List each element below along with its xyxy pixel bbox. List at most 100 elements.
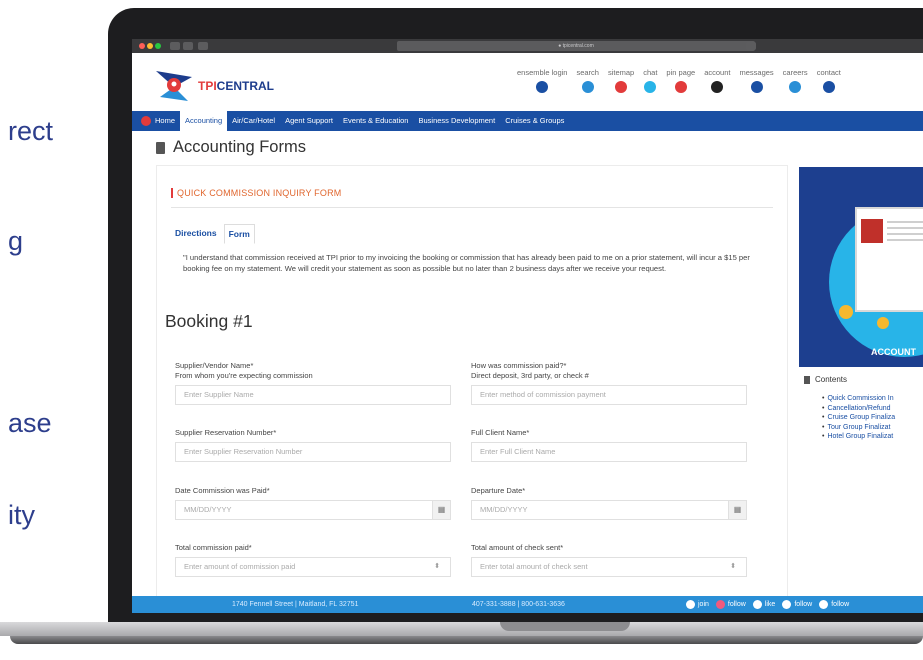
pin-icon: [674, 81, 687, 93]
background-text-3: ase: [8, 408, 52, 438]
paid-date-placeholder: MM/DD/YYYY: [184, 505, 232, 514]
nav-item-cruises-groups[interactable]: Cruises & Groups: [500, 111, 569, 131]
check-amount-input[interactable]: Enter total amount of check sent ⬍: [471, 557, 747, 577]
payment-method-field: How was commission paid?* Direct deposit…: [471, 361, 747, 405]
linkedin-icon: [819, 600, 829, 609]
spinner-icon[interactable]: ⬍: [730, 558, 736, 576]
departure-date-field: Departure Date* MM/DD/YYYY ▦: [471, 486, 747, 520]
main-nav: Home Accounting Air/Car/Hotel Agent Supp…: [132, 111, 923, 131]
reservation-number-field: Supplier Reservation Number* Enter Suppl…: [175, 428, 451, 462]
link-label: ensemble login: [517, 68, 568, 77]
client-name-input[interactable]: Enter Full Client Name: [471, 442, 747, 462]
facebook-join-link[interactable]: join: [686, 600, 709, 609]
sitemap-link[interactable]: sitemap: [608, 68, 634, 104]
contact-link[interactable]: contact: [817, 68, 841, 104]
laptop-base-top: [0, 622, 923, 636]
payment-method-input[interactable]: Enter method of commission payment: [471, 385, 747, 405]
footer-address: 1740 Fennell Street | Maitland, FL 32751: [232, 601, 359, 608]
link-label: messages: [739, 68, 774, 77]
supplier-name-input[interactable]: Enter Supplier Name: [175, 385, 451, 405]
tpi-logo-icon[interactable]: [152, 67, 196, 105]
facebook-like-link[interactable]: like: [752, 600, 775, 609]
ensemble-login-link[interactable]: ensemble login: [517, 68, 567, 104]
back-button[interactable]: [170, 42, 180, 50]
nav-item-events-education[interactable]: Events & Education: [338, 111, 413, 131]
promo-title: ACCOUNT: [871, 347, 916, 357]
paid-date-input[interactable]: MM/DD/YYYY ▦: [175, 500, 451, 520]
social-label: follow: [727, 601, 746, 608]
nav-item-accounting[interactable]: Accounting: [180, 111, 228, 131]
contents-link[interactable]: Cruise Group Finaliza: [822, 413, 923, 423]
reservation-number-input[interactable]: Enter Supplier Reservation Number: [175, 442, 451, 462]
background-text-4: ity: [8, 500, 35, 530]
background-text-1: rect: [8, 116, 54, 146]
field-label: Supplier/Vendor Name*: [175, 361, 254, 370]
close-window-button[interactable]: [139, 43, 145, 49]
careers-link[interactable]: careers: [783, 68, 808, 104]
twitter-follow-link[interactable]: follow: [782, 600, 812, 609]
field-label: Total amount of check sent*: [471, 543, 564, 552]
link-label: account: [704, 68, 731, 77]
footer-phone[interactable]: 407-331-3888 | 800-631-3636: [472, 596, 565, 613]
twitter-icon: [782, 600, 792, 609]
calculator-icon: [804, 375, 810, 384]
calculator-icon: [156, 141, 165, 154]
social-label: follow: [831, 601, 850, 608]
link-label: chat: [643, 68, 658, 77]
contact-icon: [822, 81, 835, 93]
social-label: join: [698, 601, 709, 608]
departure-date-placeholder: MM/DD/YYYY: [480, 505, 528, 514]
nav-item-agent-support[interactable]: Agent Support: [280, 111, 338, 131]
chat-link[interactable]: chat: [643, 68, 657, 104]
link-label: careers: [782, 68, 808, 77]
departure-date-input[interactable]: MM/DD/YYYY ▦: [471, 500, 747, 520]
tab-form[interactable]: Form: [223, 224, 255, 244]
document-chart-block: [861, 219, 883, 243]
linkedin-follow-link[interactable]: follow: [819, 600, 849, 609]
browser-toolbar: ● tpicentral.com: [132, 39, 923, 53]
disclaimer-text: "I understand that commission received a…: [183, 253, 750, 273]
page-title: Accounting Forms: [156, 138, 306, 157]
calendar-icon[interactable]: ▦: [728, 501, 746, 519]
accounting-promo-banner[interactable]: ACCOUNT: [799, 167, 923, 367]
account-link[interactable]: account: [704, 68, 730, 104]
site-footer: 1740 Fennell Street | Maitland, FL 32751…: [132, 596, 923, 613]
chat-icon: [644, 81, 657, 93]
search-link[interactable]: search: [576, 68, 599, 104]
client-name-field: Full Client Name* Enter Full Client Name: [471, 428, 747, 462]
pin-page-link[interactable]: pin page: [666, 68, 695, 104]
share-button[interactable]: [746, 42, 756, 50]
contents-panel: Contents Quick Commission In Cancellatio…: [804, 375, 923, 442]
booking-title: Booking #1: [165, 311, 253, 331]
laptop-base: [0, 622, 923, 660]
contents-link[interactable]: Cancellation/Refund: [822, 404, 923, 414]
site-logo-text[interactable]: TPICENTRAL: [198, 79, 274, 93]
messages-icon: [750, 81, 763, 93]
calendar-icon[interactable]: ▦: [432, 501, 450, 519]
address-bar[interactable]: ● tpicentral.com: [397, 41, 755, 51]
nav-item-air-car-hotel[interactable]: Air/Car/Hotel: [227, 111, 280, 131]
minimize-window-button[interactable]: [147, 43, 153, 49]
facebook-icon: [686, 600, 695, 609]
nav-item-business-development[interactable]: Business Development: [413, 111, 500, 131]
careers-icon: [789, 81, 802, 93]
contents-link[interactable]: Hotel Group Finalizat: [822, 432, 923, 442]
social-links: join follow like follow follow: [686, 596, 856, 613]
field-label: Supplier Reservation Number*: [175, 428, 277, 437]
maximize-window-button[interactable]: [155, 43, 161, 49]
laptop-base-bottom: [10, 636, 923, 644]
social-label: follow: [794, 601, 813, 608]
sidebar-toggle-button[interactable]: [198, 42, 208, 50]
contents-link[interactable]: Quick Commission In: [822, 394, 923, 404]
form-heading-text: QUICK COMMISSION INQUIRY FORM: [177, 188, 342, 198]
contents-link[interactable]: Tour Group Finalizat: [822, 423, 923, 433]
nav-item-home[interactable]: Home: [136, 111, 180, 131]
tab-directions[interactable]: Directions: [171, 224, 221, 244]
instagram-follow-link[interactable]: follow: [715, 600, 746, 609]
facebook-icon: [752, 600, 762, 609]
spinner-icon[interactable]: ⬍: [434, 558, 440, 576]
check-amount-field: Total amount of check sent* Enter total …: [471, 543, 747, 577]
forward-button[interactable]: [183, 42, 193, 50]
messages-link[interactable]: messages: [739, 68, 774, 104]
total-commission-input[interactable]: Enter amount of commission paid ⬍: [175, 557, 451, 577]
